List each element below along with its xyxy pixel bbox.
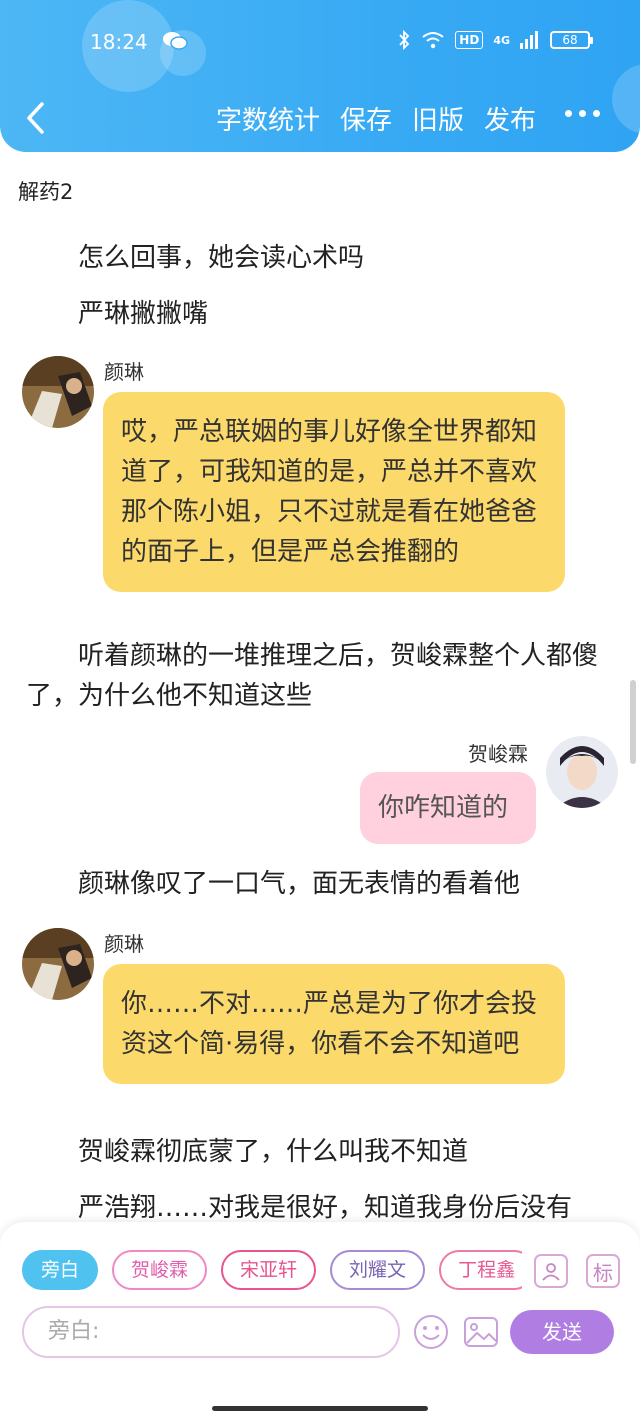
avatar-image	[546, 736, 618, 808]
old-version-button[interactable]: 旧版	[412, 100, 464, 137]
emoji-icon[interactable]	[412, 1313, 450, 1351]
person-icon	[542, 1263, 560, 1281]
header-actions: 字数统计 保存 旧版 发布	[216, 100, 536, 137]
battery-indicator: 68	[550, 31, 593, 49]
document-title: 解药2	[18, 180, 74, 204]
message-input[interactable]: 旁白:	[22, 1306, 400, 1358]
more-options-button[interactable]	[565, 110, 600, 117]
narration-paragraph: 颜琳像叹了一口气，面无表情的看着他	[78, 869, 521, 899]
avatar-image	[22, 928, 94, 1000]
role-chip-liuyaowen[interactable]: 刘耀文	[330, 1250, 426, 1290]
send-button[interactable]: 发送	[510, 1310, 614, 1354]
message-bubble[interactable]: 你咋知道的	[360, 772, 536, 844]
network-label: 4G	[493, 33, 510, 47]
speaker-name: 颜琳	[104, 932, 144, 956]
narration-paragraph: 严琳撇撇嘴	[78, 299, 209, 329]
word-count-button[interactable]: 字数统计	[216, 100, 320, 137]
avatar-image	[22, 356, 94, 428]
home-indicator[interactable]	[212, 1406, 428, 1411]
avatar-yanlin[interactable]	[22, 928, 94, 1000]
signal-icon	[520, 31, 538, 49]
avatar-hejunlin[interactable]	[546, 736, 618, 808]
status-time: 18:24	[90, 30, 148, 54]
role-chip-list: 旁白 贺峻霖 宋亚轩 刘耀文 丁程鑫	[22, 1250, 522, 1292]
role-chip-dingchengxin[interactable]: 丁程鑫	[439, 1250, 522, 1290]
mark-icon[interactable]: 标	[586, 1254, 620, 1288]
image-icon[interactable]	[462, 1313, 500, 1351]
document-content[interactable]: 解药2 怎么回事，她会读心术吗 严琳撇撇嘴 颜琳 哎，严总联姻的事儿好像全世界都…	[0, 152, 640, 1222]
narration-text: 听着颜琳的一堆推理之后，贺峻霖整个人都傻了，为什么他不知道这些	[26, 641, 599, 711]
narration-paragraph: 听着颜琳的一堆推理之后，贺峻霖整个人都傻了，为什么他不知道这些	[26, 636, 606, 716]
narration-paragraph: 严浩翔……对我是很好，知道我身份后没有	[78, 1193, 573, 1222]
status-icons: HD 4G 68	[397, 30, 593, 50]
avatar-yanlin[interactable]	[22, 356, 94, 428]
header-decoration	[612, 64, 640, 134]
scrollbar[interactable]	[630, 680, 636, 764]
more-dot	[579, 110, 586, 117]
narration-paragraph: 贺峻霖彻底蒙了，什么叫我不知道	[78, 1137, 469, 1167]
more-dot	[565, 110, 572, 117]
role-chip-narration[interactable]: 旁白	[22, 1250, 99, 1290]
role-chip-songyaxuan[interactable]: 宋亚轩	[221, 1250, 317, 1290]
role-manage-icon[interactable]	[534, 1254, 568, 1288]
more-dot	[593, 110, 600, 117]
message-bubble[interactable]: 你……不对……严总是为了你才会投资这个简·易得，你看不会不知道吧	[103, 964, 565, 1084]
narration-paragraph: 怎么回事，她会读心术吗	[78, 243, 365, 273]
chat-notification-icon	[163, 32, 188, 50]
bluetooth-icon	[399, 30, 410, 50]
wifi-icon	[422, 32, 444, 49]
back-button[interactable]	[22, 100, 52, 136]
speaker-name: 颜琳	[104, 360, 144, 384]
save-button[interactable]: 保存	[340, 100, 392, 137]
app-header: 18:24 HD 4G 68 字数统计 保存 旧版 发布	[0, 0, 640, 152]
publish-button[interactable]: 发布	[484, 100, 536, 137]
message-bubble[interactable]: 哎，严总联姻的事儿好像全世界都知道了，可我知道的是，严总并不喜欢那个陈小姐，只不…	[103, 392, 565, 592]
composer-panel: 旁白 贺峻霖 宋亚轩 刘耀文 丁程鑫 标 旁白: 发送	[0, 1222, 640, 1422]
speaker-name: 贺峻霖	[468, 742, 528, 766]
role-chip-hejunlin[interactable]: 贺峻霖	[112, 1250, 208, 1290]
hd-badge: HD	[455, 31, 484, 49]
